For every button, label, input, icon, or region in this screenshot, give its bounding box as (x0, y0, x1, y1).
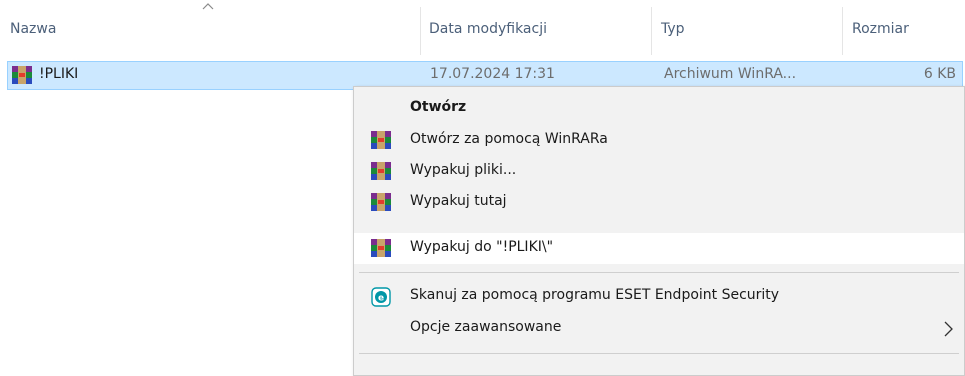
winrar-icon (371, 239, 391, 257)
winrar-archive-icon (12, 66, 32, 84)
context-menu: Otwórz Otwórz za pomocą WinRARa Wypakuj … (353, 86, 965, 376)
sort-ascending-icon (202, 3, 214, 10)
file-size: 6 KB (923, 66, 956, 82)
menu-item-extract-files[interactable]: Wypakuj pliki... (354, 156, 964, 187)
winrar-icon (371, 162, 391, 180)
menu-separator (359, 272, 959, 273)
menu-item-advanced-options[interactable]: Opcje zaawansowane (354, 313, 964, 344)
menu-item-extract-here[interactable]: Wypakuj tutaj (354, 187, 964, 218)
menu-item-extract-to-folder[interactable]: Wypakuj do "!PLIKI\" (354, 233, 964, 264)
menu-item-label: Wypakuj do "!PLIKI\" (410, 239, 554, 255)
menu-item-label: Otwórz (410, 99, 467, 115)
menu-item-label: Opcje zaawansowane (410, 319, 562, 335)
column-name-header[interactable]: Nazwa (10, 21, 56, 37)
file-name: !PLIKI (39, 66, 79, 82)
eset-icon: e (371, 287, 391, 307)
menu-item-eset-scan[interactable]: e Skanuj za pomocą programu ESET Endpoin… (354, 281, 964, 312)
column-size-header[interactable]: Rozmiar (852, 21, 909, 37)
file-modified: 17.07.2024 17:31 (430, 66, 555, 82)
menu-item-label: Wypakuj pliki... (410, 162, 517, 178)
svg-text:e: e (378, 294, 384, 304)
menu-item-open-with-winrar[interactable]: Otwórz za pomocą WinRARa (354, 125, 964, 156)
menu-item-label: Wypakuj tutaj (410, 193, 507, 209)
file-type: Archiwum WinRA... (664, 66, 797, 82)
column-divider[interactable] (420, 7, 421, 55)
menu-separator (359, 353, 959, 354)
column-type-header[interactable]: Typ (661, 21, 685, 37)
column-divider[interactable] (842, 7, 843, 55)
winrar-icon (371, 193, 391, 211)
winrar-icon (371, 131, 391, 149)
column-divider[interactable] (651, 7, 652, 55)
chevron-right-icon (944, 321, 953, 337)
menu-item-open[interactable]: Otwórz (354, 93, 964, 124)
column-modified-header[interactable]: Data modyfikacji (429, 21, 547, 37)
column-header: Nazwa Data modyfikacji Typ Rozmiar (0, 0, 965, 56)
menu-item-label: Otwórz za pomocą WinRARa (410, 131, 608, 147)
menu-item-label: Skanuj za pomocą programu ESET Endpoint … (410, 287, 780, 303)
